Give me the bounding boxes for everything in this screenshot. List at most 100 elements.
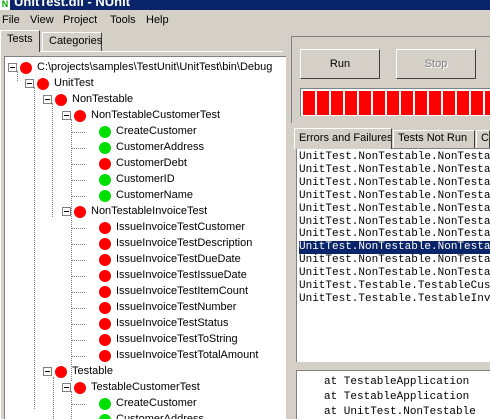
tree-node-label[interactable]: IssueInvoiceTestItemCount — [116, 285, 248, 297]
tree-node-label[interactable]: IssueInvoiceTestToString — [116, 333, 238, 345]
tree-node-label[interactable]: NonTestable — [72, 93, 133, 105]
failed-status-icon — [55, 366, 67, 378]
passed-status-icon — [99, 414, 111, 419]
error-row[interactable]: UnitTest.NonTestable.NonTestable — [299, 241, 490, 255]
collapse-toggle[interactable] — [43, 95, 52, 104]
progress-segment — [345, 91, 357, 115]
tree-node-label[interactable]: IssueInvoiceTestDescription — [116, 237, 252, 249]
failed-status-icon — [99, 350, 111, 362]
tree-node-label[interactable]: IssueInvoiceTestIssueDate — [116, 269, 247, 281]
menu-help[interactable]: Help — [146, 14, 169, 26]
progress-segment — [317, 91, 329, 115]
collapse-toggle[interactable] — [25, 79, 34, 88]
tree-node-label[interactable]: IssueInvoiceTestStatus — [116, 317, 229, 329]
failed-status-icon — [99, 238, 111, 250]
run-button[interactable]: Run — [300, 49, 380, 79]
tree-node-label[interactable]: CustomerAddress — [116, 141, 204, 153]
menu-tools[interactable]: Tools — [110, 14, 136, 26]
error-row[interactable]: UnitTest.Testable.TestableInvoice — [299, 293, 490, 306]
error-row[interactable]: UnitTest.NonTestable.NonTestable — [299, 254, 490, 267]
tree-node-label[interactable]: IssueInvoiceTestNumber — [116, 301, 236, 313]
collapse-toggle[interactable] — [62, 207, 71, 216]
failed-status-icon — [37, 78, 49, 90]
failed-status-icon — [99, 334, 111, 346]
title-bar: N UnitTest.dll - NUnit — [0, 0, 490, 10]
error-row[interactable]: UnitTest.NonTestable.NonTestable — [299, 267, 490, 280]
passed-status-icon — [99, 398, 111, 410]
menu-bar: File View Project Tools Help — [0, 10, 490, 30]
error-row[interactable]: UnitTest.NonTestable.NonTestable — [299, 164, 490, 177]
collapse-toggle[interactable] — [43, 367, 52, 376]
collapse-toggle[interactable] — [62, 111, 71, 120]
progress-segment — [401, 91, 413, 115]
passed-status-icon — [99, 190, 111, 202]
progress-segment — [303, 91, 315, 115]
nunit-icon[interactable]: N — [0, 0, 10, 10]
failed-status-icon — [99, 286, 111, 298]
failed-status-icon — [99, 254, 111, 266]
failed-status-icon — [99, 270, 111, 282]
error-row[interactable]: UnitTest.NonTestable.NonTestable — [299, 203, 490, 216]
collapse-toggle[interactable] — [8, 63, 17, 72]
error-row[interactable]: UnitTest.NonTestable.NonTestable — [299, 177, 490, 190]
progress-segment — [471, 91, 483, 115]
failed-status-icon — [74, 110, 86, 122]
stack-trace[interactable]: at TestableApplication at TestableApplica… — [296, 370, 490, 419]
menu-project[interactable]: Project — [63, 14, 97, 26]
progress-segment — [373, 91, 385, 115]
tab-categories[interactable]: Categories — [42, 32, 102, 51]
test-tree[interactable]: C:\projects\samples\TestUnit\UnitTest\bi… — [4, 56, 287, 419]
tab-tests-not-run[interactable]: Tests Not Run — [393, 130, 475, 148]
tab-errors-and-failures[interactable]: Errors and Failures — [294, 128, 392, 149]
stop-button[interactable]: Stop — [396, 49, 476, 79]
error-row[interactable]: UnitTest.Testable.TestableCustomer — [299, 280, 490, 293]
menu-file[interactable]: File — [2, 14, 20, 26]
tree-node-label[interactable]: CustomerAddress — [116, 413, 204, 419]
tree-node-label[interactable]: CustomerName — [116, 189, 193, 201]
tree-node-label[interactable]: Testable — [72, 365, 113, 377]
failed-status-icon — [74, 382, 86, 394]
passed-status-icon — [99, 126, 111, 138]
tree-node-label[interactable]: CustomerID — [116, 173, 175, 185]
progress-segment — [485, 91, 490, 115]
tree-node-label[interactable]: IssueInvoiceTestTotalAmount — [116, 349, 258, 361]
passed-status-icon — [99, 142, 111, 154]
stack-trace-line: at UnitTest.NonTestable — [324, 406, 476, 418]
tree-node-label[interactable]: NonTestableCustomerTest — [91, 109, 220, 121]
tree-node-label[interactable]: CustomerDebt — [116, 157, 187, 169]
tests-panel: C:\projects\samples\TestUnit\UnitTest\bi… — [0, 51, 287, 419]
failed-status-icon — [99, 302, 111, 314]
window-title: UnitTest.dll - NUnit — [14, 0, 131, 9]
progress-segment — [387, 91, 399, 115]
menu-view[interactable]: View — [30, 14, 54, 26]
passed-status-icon — [99, 174, 111, 186]
run-panel: Run Stop — [291, 36, 490, 123]
error-row[interactable]: UnitTest.NonTestable.NonTestable — [299, 228, 490, 241]
tree-node-label[interactable]: IssueInvoiceTestDueDate — [116, 253, 241, 265]
tree-node-label[interactable]: UnitTest — [54, 77, 94, 89]
error-row[interactable]: UnitTest.NonTestable.NonTestable — [299, 216, 490, 229]
stack-trace-line: at TestableApplication — [324, 391, 470, 403]
test-progress-bar — [300, 88, 490, 116]
failed-status-icon — [99, 222, 111, 234]
stack-trace-line: at TestableApplication — [324, 376, 470, 388]
errors-list[interactable]: UnitTest.NonTestable.NonTestable UnitTest… — [296, 148, 490, 362]
failed-status-icon — [74, 206, 86, 218]
tree-node-label[interactable]: CreateCustomer — [116, 397, 197, 409]
tab-console[interactable]: Console — [476, 130, 490, 148]
error-row[interactable]: UnitTest.NonTestable.NonTestable — [299, 151, 490, 164]
tab-tests[interactable]: Tests — [0, 30, 40, 52]
collapse-toggle[interactable] — [62, 383, 71, 392]
failed-status-icon — [99, 158, 111, 170]
tree-node-label[interactable]: C:\projects\samples\TestUnit\UnitTest\bi… — [37, 61, 272, 73]
tree-node-label[interactable]: CreateCustomer — [116, 125, 197, 137]
tree-node-label[interactable]: TestableCustomerTest — [91, 381, 200, 393]
tree-node-label[interactable]: NonTestableInvoiceTest — [91, 205, 207, 217]
tree-node-label[interactable]: IssueInvoiceTestCustomer — [116, 221, 245, 233]
error-row[interactable]: UnitTest.NonTestable.NonTestable — [299, 190, 490, 203]
splitter[interactable] — [286, 30, 290, 419]
progress-segment — [429, 91, 441, 115]
failed-status-icon — [55, 94, 67, 106]
progress-segment — [415, 91, 427, 115]
progress-segment — [443, 91, 455, 115]
